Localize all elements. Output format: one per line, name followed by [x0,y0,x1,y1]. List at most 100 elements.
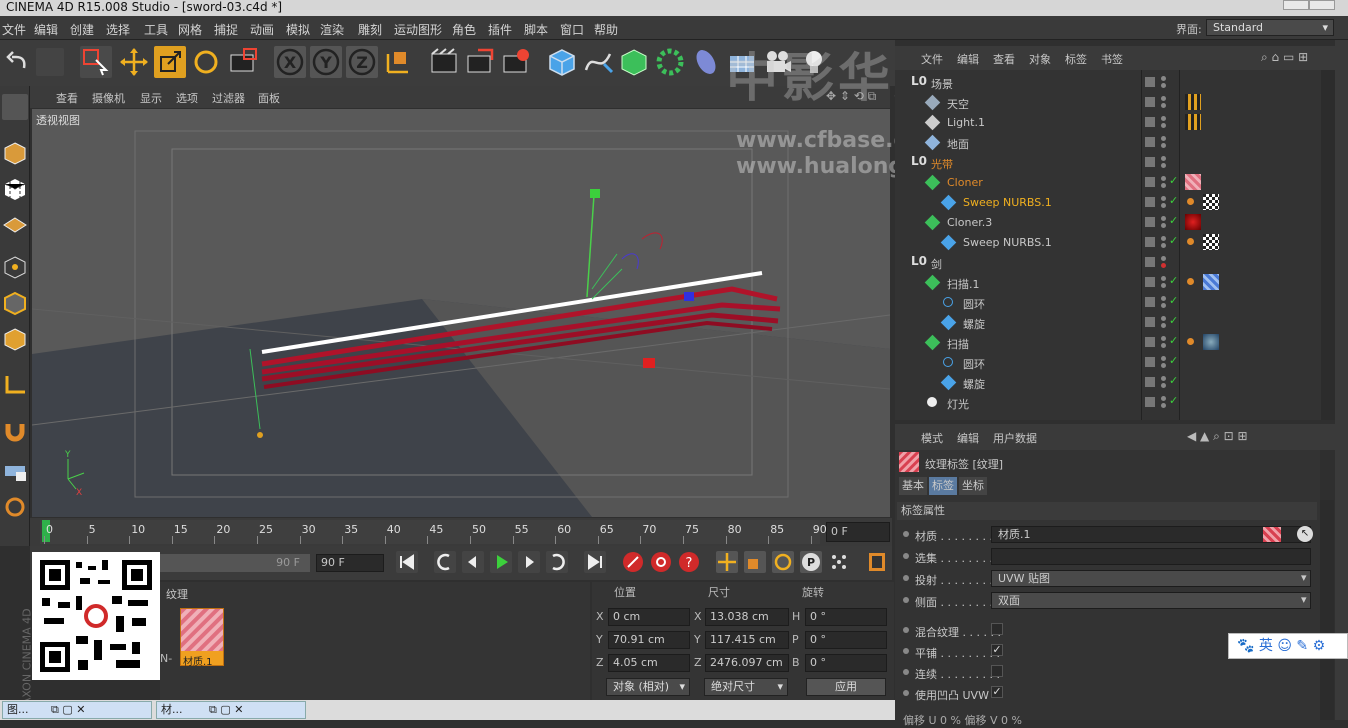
object-name[interactable]: 螺旋 [963,376,985,392]
visibility-toggle[interactable] [1145,377,1155,387]
enabled-check[interactable]: ✓ [1169,374,1178,387]
render-dot[interactable] [1161,363,1166,368]
y-axis-lock-button[interactable]: Y [310,46,342,78]
editor-dot[interactable] [1161,256,1166,261]
object-name[interactable]: 剑 [931,256,942,272]
coordinate-system-button[interactable] [382,46,414,78]
menu-item[interactable]: 动画 [250,21,274,38]
render-settings-button[interactable] [500,46,532,78]
object-row[interactable]: Sweep NURBS.1 ✓ [895,232,1321,252]
size-field[interactable]: 117.415 cm [705,631,789,649]
window-controls-icon[interactable]: ⧉ ▢ ✕ [51,702,85,718]
x-axis-lock-button[interactable]: X [274,46,306,78]
object-tag-icon[interactable] [1185,114,1201,130]
light-bulb-icon[interactable] [798,46,830,78]
scale-tool-button[interactable] [154,46,186,78]
workplane-mode-icon[interactable] [2,212,28,238]
viewport-menu-item[interactable]: 摄像机 [92,90,125,106]
spline-pen-icon[interactable] [582,46,614,78]
object-name[interactable]: 扫描.1 [947,276,980,292]
menu-item[interactable]: 雕刻 [358,21,382,38]
planar-workplane-icon[interactable] [2,494,28,520]
object-name[interactable]: 天空 [947,96,969,112]
size-field[interactable]: 2476.097 cm [705,654,789,672]
object-row[interactable]: L0 场景 [895,72,1321,92]
size-field[interactable]: 13.038 cm [705,608,789,626]
key-position-icon[interactable] [716,551,738,573]
play-icon[interactable] [490,551,512,573]
points-mode-icon[interactable] [2,254,28,280]
object-tag-icon[interactable] [1203,234,1219,250]
emoji-icon[interactable]: ☺ [1277,638,1292,654]
editor-dot[interactable] [1161,396,1166,401]
ime-toolbar[interactable]: 🐾 英 ☺ ✎ ⚙ [1228,633,1348,659]
recent-tools-button[interactable] [226,46,258,78]
menu-item[interactable]: 插件 [488,21,512,38]
editor-dot[interactable] [1161,316,1166,321]
object-row[interactable]: 螺旋 ✓ [895,372,1321,392]
editor-dot[interactable] [1161,96,1166,101]
editor-dot[interactable] [1161,76,1166,81]
object-row[interactable]: Cloner ✓ [895,172,1321,192]
object-name[interactable]: Cloner.3 [947,216,992,229]
param-dot[interactable] [903,669,909,675]
render-dot[interactable] [1161,263,1166,268]
enabled-check[interactable]: ✓ [1169,314,1178,327]
object-menu-item[interactable]: 书签 [1101,51,1123,67]
render-dot[interactable] [1161,343,1166,348]
checkbox[interactable]: ✓ [991,686,1003,698]
visibility-toggle[interactable] [1145,117,1155,127]
perspective-viewport[interactable]: Y X 透视视图 [32,109,890,517]
next-key-icon[interactable] [546,551,568,573]
object-row[interactable]: 天空 [895,92,1321,112]
end-frame-field[interactable]: 90 F [316,554,384,572]
attribute-tab[interactable]: 标签 [929,477,957,495]
attribute-scrollbar[interactable] [1320,500,1334,720]
object-row[interactable]: Cloner.3 ✓ [895,212,1321,232]
object-name[interactable]: 地面 [947,136,969,152]
editor-dot[interactable] [1161,136,1166,141]
object-name[interactable]: 场景 [931,76,953,92]
menu-item[interactable]: 窗口 [560,21,584,38]
visibility-toggle[interactable] [1145,177,1155,187]
editor-dot[interactable] [1161,336,1166,341]
ime-language-toggle[interactable]: 英 [1259,638,1273,654]
editor-dot[interactable] [1161,116,1166,121]
param-dot[interactable] [903,553,909,559]
editor-dot[interactable] [1161,156,1166,161]
texture-mode-icon[interactable] [2,176,28,202]
maximize-button[interactable] [1309,0,1335,10]
object-menu-item[interactable]: 标签 [1065,51,1087,67]
editor-dot[interactable] [1161,236,1166,241]
editor-dot[interactable] [1161,296,1166,301]
editor-dot[interactable] [1161,376,1166,381]
goto-start-icon[interactable] [396,551,418,573]
render-dot[interactable] [1161,103,1166,108]
param-dot[interactable] [903,690,909,696]
object-scrollbar[interactable] [1321,70,1335,420]
object-name[interactable]: Sweep NURBS.1 [963,196,1052,209]
menu-item[interactable]: 创建 [70,21,94,38]
render-dot[interactable] [1161,203,1166,208]
live-selection-button[interactable] [80,46,112,78]
enabled-check[interactable]: ✓ [1169,194,1178,207]
menu-item[interactable]: 工具 [144,21,168,38]
enabled-check[interactable]: ✓ [1169,354,1178,367]
visibility-toggle[interactable] [1145,97,1155,107]
object-row[interactable]: Light.1 [895,112,1321,132]
render-dot[interactable] [1161,303,1166,308]
camera-icon[interactable] [762,46,794,78]
viewport-menu-item[interactable]: 面板 [258,90,280,106]
current-frame-field[interactable]: 0 F [826,522,890,542]
object-name[interactable]: 圆环 [963,356,985,372]
menu-item[interactable]: 编辑 [34,21,58,38]
param-field[interactable]: 双面 [991,592,1311,609]
navigation-icons[interactable]: ◀ ▲ ⌕ ⊡ ⊞ [1187,429,1248,444]
pick-arrow-icon[interactable]: ↖ [1297,526,1313,542]
viewport-navigation-icons[interactable]: ✥ ⇕ ⟲ ⧉ [826,89,876,104]
object-tag-icon[interactable] [1203,194,1219,210]
enabled-check[interactable]: ✓ [1169,334,1178,347]
object-tag-icon[interactable] [1203,274,1219,290]
object-tag-icon[interactable] [1203,334,1219,350]
edges-mode-icon[interactable] [2,290,28,316]
